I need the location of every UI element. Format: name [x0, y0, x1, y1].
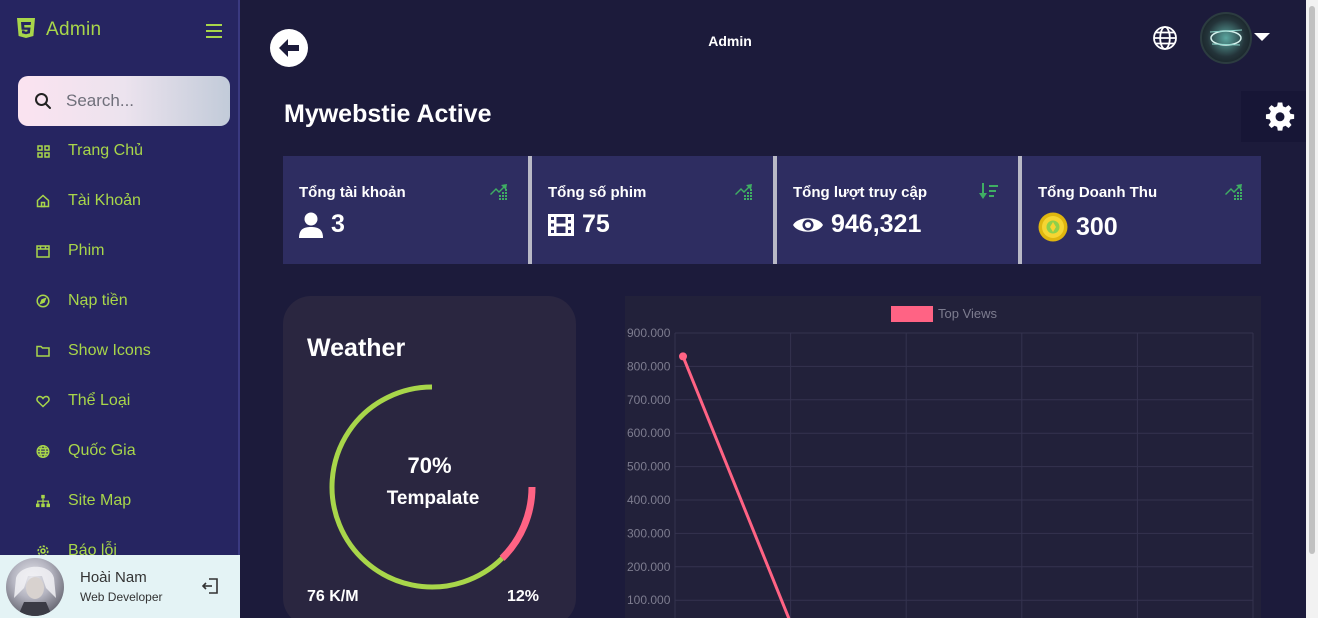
sidebar-item-label: Phim [68, 242, 105, 259]
sitemap-icon [36, 494, 50, 508]
y-tick-label: 800.000 [627, 359, 671, 373]
language-globe-icon[interactable] [1152, 25, 1178, 51]
avatar[interactable] [6, 557, 64, 616]
weather-right-value: 12% [507, 588, 540, 605]
brand-title: Admin [46, 19, 102, 40]
gauge-percent: 70% [407, 453, 452, 478]
stat-card-movies[interactable]: Tổng số phim 75 [528, 156, 773, 264]
grid-icon [36, 144, 50, 158]
search-input[interactable] [66, 91, 216, 111]
views-chart: 900.000 800.000 700.000 600.000 500.000 400.0… [625, 296, 1261, 618]
sidebar-item-label: Tài Khoản [68, 192, 141, 209]
header-title: Admin [708, 33, 752, 49]
user-avatar[interactable] [1200, 12, 1252, 64]
sidebar-item-label: Trang Chủ [68, 142, 143, 159]
sidebar-item-label: Show Icons [68, 342, 151, 359]
sidebar-item-the-loai[interactable]: Thể Loại [0, 376, 238, 426]
y-tick-label: 300.000 [627, 526, 671, 540]
stats-row: Tổng tài khoản 3 Tổng số phim 75 Tổng lư… [283, 156, 1261, 264]
search-box[interactable] [18, 76, 230, 126]
sidebar-nav: Trang Chủ Tài Khoản Phim Nạp tiền Show I… [0, 126, 238, 576]
legend-label[interactable]: Top Views [938, 306, 998, 321]
chart-canvas: 900.000 800.000 700.000 600.000 500.000 400.0… [627, 306, 1254, 618]
stat-value-row: 75 [548, 210, 610, 239]
gear-icon [1265, 101, 1295, 131]
page-title: Mywebstie Active [284, 100, 492, 128]
sidebar-item-label: Quốc Gia [68, 442, 136, 459]
sidebar: Admin Trang Chủ Tài Khoản Phim [0, 0, 240, 618]
sidebar-item-label: Nạp tiền [68, 292, 128, 309]
y-tick-label: 700.000 [627, 393, 671, 407]
sidebar-item-trang-chu[interactable]: Trang Chủ [0, 126, 238, 176]
sidebar-item-site-map[interactable]: Site Map [0, 476, 238, 526]
coin-icon [1038, 212, 1068, 242]
weather-title: Weather [307, 334, 406, 362]
stat-card-visits[interactable]: Tổng lượt truy cập 946,321 [773, 156, 1018, 264]
stat-card-revenue[interactable]: Tổng Doanh Thu 300 [1018, 156, 1261, 264]
globe-icon [36, 444, 50, 458]
logout-icon[interactable] [202, 577, 220, 595]
stat-card-accounts[interactable]: Tổng tài khoản 3 [283, 156, 528, 264]
sidebar-item-quoc-gia[interactable]: Quốc Gia [0, 426, 238, 476]
stat-label: Tổng tài khoản [299, 184, 406, 201]
trend-up-icon [490, 184, 507, 200]
back-button[interactable] [270, 29, 308, 67]
y-tick-label: 500.000 [627, 460, 671, 474]
data-point[interactable] [679, 352, 687, 361]
sidebar-item-tai-khoan[interactable]: Tài Khoản [0, 176, 238, 226]
user-icon [299, 212, 323, 238]
chevron-down-icon[interactable] [1254, 33, 1270, 41]
home-icon [36, 194, 50, 208]
legend-swatch [891, 306, 933, 322]
y-tick-label: 600.000 [627, 426, 671, 440]
sidebar-item-phim[interactable]: Phim [0, 226, 238, 276]
sidebar-item-show-icons[interactable]: Show Icons [0, 326, 238, 376]
profile-card: Hoài Nam Web Developer [0, 555, 240, 618]
stat-value-row: 946,321 [793, 210, 921, 239]
y-tick-label: 200.000 [627, 560, 671, 574]
stat-value-row: 300 [1038, 212, 1118, 242]
film-icon [36, 244, 50, 258]
weather-left-value: 76 K/M [307, 588, 359, 605]
sidebar-item-label: Thể Loại [68, 392, 131, 409]
sort-down-icon [979, 183, 998, 199]
y-tick-label: 100.000 [627, 593, 671, 607]
heart-icon [36, 394, 50, 408]
weather-card: Weather 70% Tempalate 76 K/M 12% [283, 296, 576, 618]
sidebar-item-label: Site Map [68, 492, 132, 509]
weather-gauge [329, 384, 536, 590]
stat-value: 75 [582, 210, 610, 238]
scrollbar[interactable] [1306, 0, 1318, 618]
brand[interactable]: Admin [16, 18, 101, 42]
compass-icon [36, 294, 50, 308]
gauge-arc-fill [329, 384, 504, 590]
eye-icon [793, 217, 823, 232]
stat-value: 3 [331, 210, 345, 238]
trend-up-icon [735, 184, 752, 200]
stat-value-row: 3 [299, 210, 345, 239]
y-tick-label: 900.000 [627, 326, 671, 340]
scrollbar-thumb[interactable] [1309, 6, 1315, 554]
arrow-left-icon [279, 39, 299, 57]
stat-value: 946,321 [831, 210, 922, 238]
sidebar-item-nap-tien[interactable]: Nạp tiền [0, 276, 238, 326]
trend-up-icon [1225, 184, 1242, 200]
gauge-label: Tempalate [386, 488, 480, 509]
html5-icon [17, 18, 35, 38]
series-line [681, 355, 791, 618]
profile-info: Hoài Nam Web Developer [80, 569, 163, 604]
profile-name: Hoài Nam [80, 569, 147, 586]
stat-label: Tổng số phim [548, 184, 647, 201]
stat-label: Tổng lượt truy cập [793, 184, 928, 201]
profile-role: Web Developer [80, 590, 163, 604]
search-icon [35, 93, 51, 109]
y-tick-label: 400.000 [627, 493, 671, 507]
film-icon [548, 213, 574, 236]
stat-label: Tổng Doanh Thu [1038, 184, 1158, 201]
folder-icon [36, 344, 50, 358]
menu-toggle-icon[interactable] [206, 24, 222, 38]
stat-value: 300 [1076, 212, 1118, 241]
